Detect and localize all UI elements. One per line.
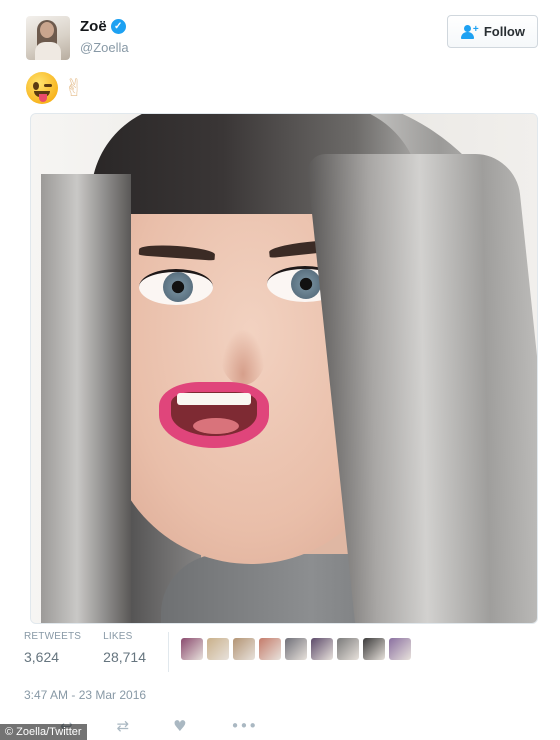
follow-button[interactable]: + Follow — [446, 15, 538, 48]
liker-avatar[interactable] — [337, 638, 359, 660]
tweet-header: Zoë ✓ @Zoella + Follow — [24, 14, 540, 64]
author-name-row[interactable]: Zoë ✓ — [80, 18, 126, 35]
liker-avatar[interactable] — [233, 638, 255, 660]
likes-count: 28,714 — [103, 649, 146, 665]
liker-avatar[interactable] — [285, 638, 307, 660]
retweet-icon[interactable]: ⇄ — [117, 717, 130, 735]
likes-stat[interactable]: LIKES 28,714 — [103, 630, 146, 667]
stats-divider — [168, 632, 169, 672]
winking-face-with-tongue-icon — [26, 72, 58, 104]
tweet-actions: ↩ ⇄ ♥ ••• — [60, 716, 360, 736]
liker-avatar[interactable] — [311, 638, 333, 660]
tweet-photo[interactable] — [30, 113, 538, 624]
likes-label: LIKES — [103, 631, 133, 642]
tweet-text: ✌ — [26, 70, 84, 106]
author-name[interactable]: Zoë — [80, 18, 107, 35]
more-icon[interactable]: ••• — [231, 717, 258, 735]
retweets-label: RETWEETS — [24, 631, 82, 642]
liker-avatars — [181, 638, 411, 660]
liker-avatar[interactable] — [363, 638, 385, 660]
follow-button-label: Follow — [483, 24, 525, 39]
liker-avatar[interactable] — [207, 638, 229, 660]
liker-avatar[interactable] — [389, 638, 411, 660]
retweets-count: 3,624 — [24, 649, 60, 665]
liker-avatar[interactable] — [181, 638, 203, 660]
tweet-timestamp[interactable]: 3:47 AM - 23 Mar 2016 — [24, 688, 146, 702]
retweets-stat[interactable]: RETWEETS 3,624 — [24, 630, 81, 667]
author-handle[interactable]: @Zoella — [80, 40, 129, 55]
victory-hand-icon: ✌ — [64, 74, 85, 102]
tweet-stats: RETWEETS 3,624 LIKES 28,714 — [24, 630, 540, 676]
verified-badge-icon: ✓ — [110, 19, 126, 34]
liker-avatar[interactable] — [259, 638, 281, 660]
heart-icon[interactable]: ♥ — [173, 717, 186, 735]
avatar[interactable] — [26, 16, 70, 60]
image-credit: © Zoella/Twitter — [0, 724, 87, 740]
add-user-icon: + — [460, 24, 479, 39]
